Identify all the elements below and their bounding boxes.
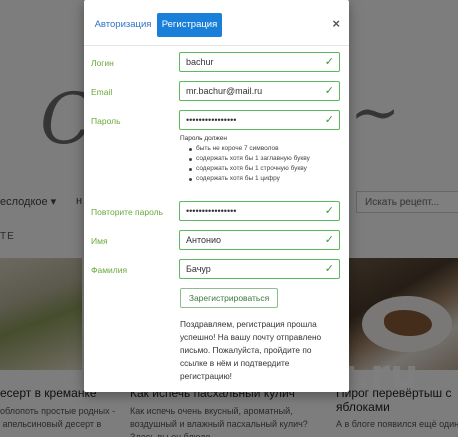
password-hint-title: Пароль должен	[180, 135, 227, 142]
email-label: Email	[91, 87, 113, 97]
registration-modal: Авторизация Регистрация × Логин bachur ✓…	[84, 0, 349, 392]
password-rule: быть не короче 7 символов	[189, 144, 310, 154]
password-field[interactable]: •••••••••••••••• ✓	[179, 110, 340, 130]
repeat-password-label: Повторите пароль	[91, 207, 164, 217]
password-label: Пароль	[91, 116, 121, 126]
surname-field[interactable]: Бачур ✓	[179, 259, 340, 279]
success-message: Поздравляем, регистрация прошла успешно!…	[180, 319, 322, 381]
repeat-password-field[interactable]: •••••••••••••••• ✓	[179, 201, 340, 221]
close-icon[interactable]: ×	[332, 17, 340, 30]
email-field[interactable]: mr.bachur@mail.ru ✓	[179, 81, 340, 101]
login-value: bachur	[186, 57, 214, 67]
login-field[interactable]: bachur ✓	[179, 52, 340, 72]
repeat-password-value: ••••••••••••••••	[186, 206, 237, 216]
surname-value: Бачур	[186, 264, 211, 274]
email-value: mr.bachur@mail.ru	[186, 86, 263, 96]
password-rule: содержать хотя бы 1 цифру	[189, 174, 310, 184]
login-label: Логин	[91, 58, 114, 68]
check-icon: ✓	[324, 263, 334, 275]
check-icon: ✓	[324, 85, 334, 97]
tab-register[interactable]: Регистрация	[157, 13, 222, 37]
header-divider	[84, 45, 349, 46]
name-field[interactable]: Антонио ✓	[179, 230, 340, 250]
surname-label: Фамилия	[91, 265, 128, 275]
name-label: Имя	[91, 236, 108, 246]
check-icon: ✓	[324, 234, 334, 246]
check-icon: ✓	[324, 205, 334, 217]
name-value: Антонио	[186, 235, 222, 245]
password-rule: содержать хотя бы 1 строчную букву	[189, 164, 310, 174]
register-button[interactable]: Зарегистрироваться	[180, 288, 278, 308]
check-icon: ✓	[324, 56, 334, 68]
password-value: ••••••••••••••••	[186, 115, 237, 125]
check-icon: ✓	[324, 114, 334, 126]
tab-login[interactable]: Авторизация	[90, 13, 156, 37]
password-rule: содержать хотя бы 1 заглавную букву	[189, 154, 310, 164]
password-rules-list: быть не короче 7 символов содержать хотя…	[189, 144, 310, 184]
